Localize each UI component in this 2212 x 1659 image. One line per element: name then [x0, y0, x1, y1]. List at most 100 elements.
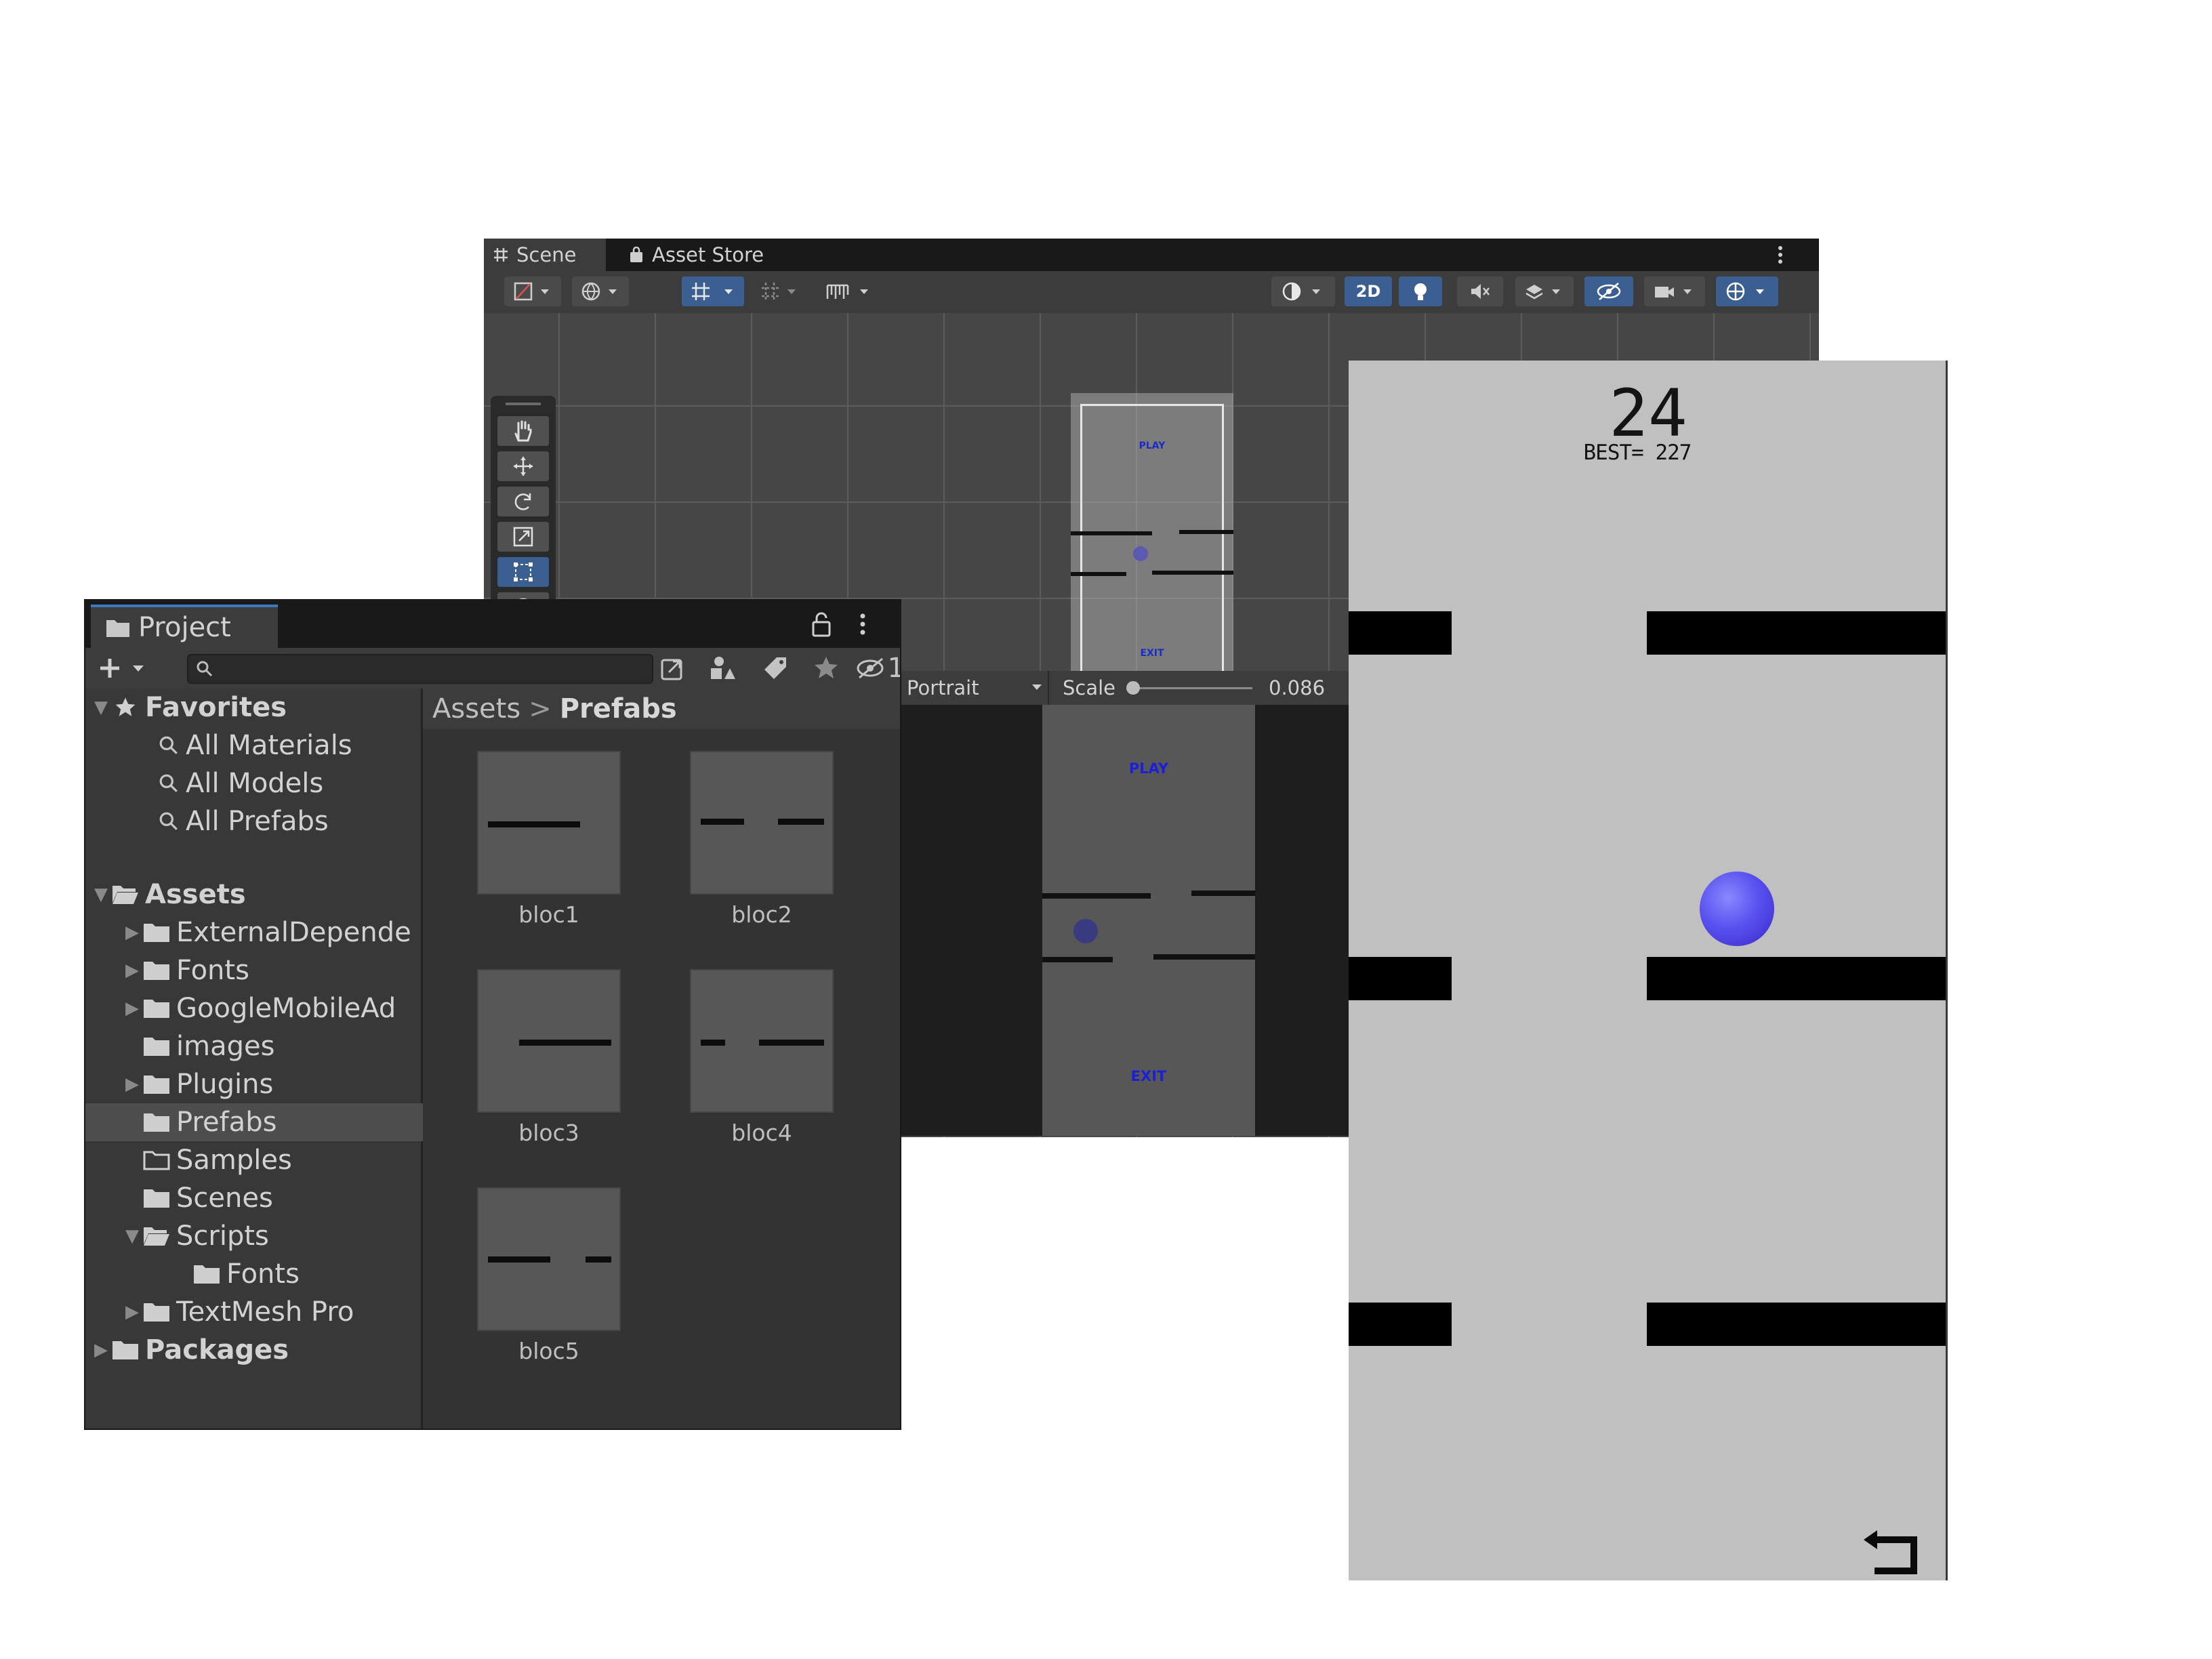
- prefab-name: bloc2: [731, 901, 792, 928]
- scene-bar: [1152, 571, 1233, 575]
- filter-by-label-button[interactable]: [755, 651, 796, 686]
- collapsed-arrow-icon[interactable]: ▶: [123, 1074, 141, 1094]
- globe-dropdown[interactable]: [572, 276, 629, 306]
- prefab-name: bloc5: [518, 1338, 579, 1364]
- search-in-scene-button[interactable]: [656, 651, 690, 686]
- game-ball: [1073, 919, 1098, 943]
- folder-label: Samples: [176, 1145, 292, 1176]
- lock-icon[interactable]: [809, 610, 834, 638]
- folder-label: images: [176, 1031, 275, 1062]
- prefab-bar: [759, 1040, 824, 1046]
- tree-packages[interactable]: ▶ Packages: [85, 1331, 421, 1369]
- rect-tool-button[interactable]: [497, 557, 549, 587]
- favorites-label: Favorites: [145, 692, 287, 723]
- grid-icon: [493, 247, 508, 262]
- collapsed-arrow-icon[interactable]: ▶: [123, 998, 141, 1019]
- lighting-toggle[interactable]: [1399, 276, 1442, 306]
- open-folder-icon: [141, 1225, 172, 1247]
- aspect-dropdown[interactable]: Portrait: [901, 671, 1049, 705]
- tree-folder[interactable]: ▶ Plugins: [85, 1065, 459, 1103]
- project-toolbar: 13: [85, 648, 900, 689]
- breadcrumb-separator: >: [529, 693, 552, 724]
- expanded-arrow-icon[interactable]: ▼: [92, 697, 110, 718]
- prefab-bar: [488, 1256, 550, 1263]
- scale-tool-button[interactable]: [497, 522, 549, 552]
- tree-folder[interactable]: Samples: [85, 1141, 476, 1179]
- project-tab-bar: Project: [85, 600, 900, 648]
- filter-by-type-button[interactable]: [703, 651, 744, 686]
- scene-bar: [1071, 531, 1152, 535]
- tree-folder[interactable]: ▶ ExternalDepende: [85, 914, 459, 951]
- favorite-item-label: All Models: [186, 768, 324, 799]
- game-bar: [1042, 957, 1113, 962]
- collapsed-arrow-icon[interactable]: ▶: [123, 922, 141, 943]
- tree-folder[interactable]: Scenes: [85, 1179, 476, 1217]
- game-view-preview[interactable]: PLAY EXIT: [1042, 705, 1255, 1136]
- prefab-tile[interactable]: bloc4: [690, 969, 834, 1146]
- hidden-packages-toggle[interactable]: 13: [851, 651, 900, 686]
- expanded-arrow-icon[interactable]: ▼: [92, 884, 110, 905]
- tree-folder-selected[interactable]: Prefabs: [85, 1103, 476, 1141]
- tree-folder[interactable]: ▶ TextMesh Pro: [85, 1293, 459, 1331]
- gizmos-dropdown[interactable]: [1716, 276, 1778, 306]
- canvas-preview[interactable]: PLAY EXIT: [1071, 393, 1233, 703]
- effects-dropdown[interactable]: [1515, 276, 1574, 306]
- ruler-dropdown[interactable]: [816, 276, 881, 306]
- prefab-thumbnail: [690, 969, 834, 1113]
- tree-favorites[interactable]: ▼ Favorites: [85, 689, 421, 726]
- grid-snap-toggle[interactable]: [682, 276, 744, 306]
- collapsed-arrow-icon[interactable]: ▶: [92, 1340, 110, 1360]
- tab-asset-store[interactable]: Asset Store: [619, 239, 796, 271]
- tree-assets[interactable]: ▼ Assets: [85, 876, 421, 914]
- draw-mode-dropdown[interactable]: [504, 276, 561, 306]
- audio-toggle[interactable]: [1457, 276, 1503, 306]
- shading-dropdown[interactable]: [1271, 276, 1335, 306]
- rotate-tool-button[interactable]: [497, 487, 549, 516]
- prefab-tile[interactable]: bloc2: [690, 751, 834, 928]
- folder-icon: [141, 1036, 172, 1057]
- scene-play-label: PLAY: [1139, 441, 1166, 451]
- tree-folder[interactable]: images: [85, 1027, 476, 1065]
- move-tool-button[interactable]: [497, 451, 549, 481]
- hand-tool-button[interactable]: [497, 416, 549, 446]
- collapsed-arrow-icon[interactable]: ▶: [123, 1302, 141, 1322]
- back-button[interactable]: [1861, 1528, 1929, 1580]
- packages-label: Packages: [145, 1334, 289, 1366]
- kebab-menu-icon[interactable]: [1770, 243, 1790, 267]
- camera-dropdown[interactable]: [1644, 276, 1705, 306]
- expanded-arrow-icon[interactable]: ▼: [123, 1226, 141, 1246]
- folder-label: Prefabs: [176, 1107, 277, 1138]
- search-input[interactable]: [187, 654, 653, 684]
- increment-snap-dropdown[interactable]: [752, 276, 806, 306]
- scale-slider-thumb[interactable]: [1126, 681, 1140, 695]
- favorite-star-button[interactable]: [809, 651, 843, 686]
- project-asset-grid: Assets > Prefabs bloc1 bloc2 bloc3 bloc4…: [423, 689, 900, 1429]
- scene-bar: [1071, 572, 1126, 576]
- prefab-bar: [778, 819, 824, 825]
- scale-label: Scale: [1063, 676, 1116, 699]
- tree-folder[interactable]: ▶ GoogleMobileAd: [85, 989, 459, 1027]
- open-folder-icon: [110, 884, 141, 905]
- scale-slider-track[interactable]: [1130, 687, 1252, 689]
- folder-icon: [141, 1111, 172, 1133]
- collapsed-arrow-icon[interactable]: ▶: [123, 960, 141, 981]
- tab-project[interactable]: Project: [91, 605, 278, 648]
- game-exit-label: EXIT: [1130, 1068, 1167, 1084]
- palette-drag-handle[interactable]: [506, 403, 541, 405]
- tab-asset-store-label: Asset Store: [652, 243, 764, 266]
- add-asset-button[interactable]: [95, 651, 156, 686]
- breadcrumb-root[interactable]: Assets: [432, 693, 520, 724]
- hidden-objects-toggle[interactable]: [1584, 276, 1633, 306]
- tree-folder[interactable]: ▼ Scripts: [85, 1217, 459, 1255]
- breadcrumb-current[interactable]: Prefabs: [560, 693, 677, 724]
- prefab-tile[interactable]: bloc3: [477, 969, 621, 1146]
- tab-scene[interactable]: Scene: [484, 239, 606, 271]
- tree-folder[interactable]: ▶ Fonts: [85, 951, 459, 989]
- prefab-tile[interactable]: bloc5: [477, 1187, 621, 1364]
- prefab-tile[interactable]: bloc1: [477, 751, 621, 928]
- kebab-menu-icon[interactable]: [853, 610, 873, 638]
- obstacle-bar: [1647, 1303, 1946, 1346]
- 2d-toggle[interactable]: 2D: [1345, 276, 1392, 306]
- prefab-bar: [701, 819, 744, 825]
- folder-icon: [141, 1301, 172, 1323]
